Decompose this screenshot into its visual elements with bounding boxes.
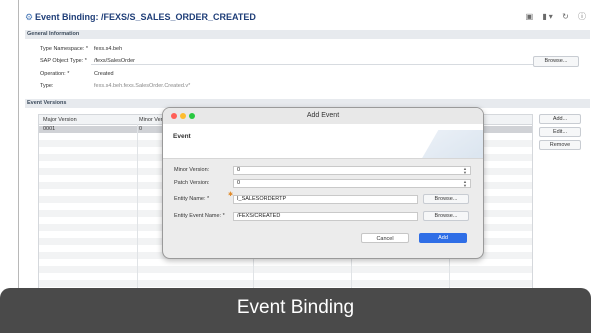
patch-version-label: Patch Version: [174, 180, 210, 186]
operation-label: Operation: * [40, 71, 70, 77]
entity-event-name-input[interactable]: /FEXS/CREATED [233, 212, 418, 221]
patch-version-value: 0 [237, 180, 241, 186]
type-value: fexs.s4.beh.fexs.SalesOrder.Created.v* [94, 83, 191, 89]
toolbar-icons: ▣ ▮▾ ↻ ⓘ [523, 11, 588, 22]
column-divider [137, 124, 138, 297]
type-namespace-label: Type Namespace: * [40, 46, 88, 52]
type-namespace-value[interactable]: fexs.s4.beh [94, 46, 122, 52]
caption-bar: Event Binding [0, 288, 591, 333]
add-version-button[interactable]: Add... [539, 114, 581, 124]
document-icon[interactable]: ▣ [526, 12, 536, 21]
add-event-dialog: Add Event Event Minor Version: 0 ▲ ▼ Patc… [162, 107, 484, 259]
row-minor-version: 0 [139, 126, 143, 132]
edit-version-button[interactable]: Edit... [539, 127, 581, 137]
add-button[interactable]: Add [419, 233, 467, 243]
patch-version-input[interactable]: 0 ▲ ▼ [233, 179, 471, 188]
event-binding-icon: ⚙ [25, 12, 34, 22]
dialog-title: Add Event [306, 112, 340, 119]
dialog-titlebar: Add Event [163, 108, 483, 124]
minor-version-value: 0 [237, 167, 241, 173]
minor-version-input[interactable]: 0 ▲ ▼ [233, 166, 471, 175]
row-major-version: 0001 [43, 126, 56, 132]
editor-title: Event Binding: /FEXS/S_SALES_ORDER_CREAT… [35, 12, 256, 22]
caption-text: Event Binding [236, 297, 355, 318]
entity-name-input[interactable]: I_SALESORDERTP [233, 195, 418, 204]
column-major-version[interactable]: Major Version [43, 117, 77, 123]
cancel-button[interactable]: Cancel [361, 233, 409, 243]
refresh-icon[interactable]: ↻ [562, 12, 571, 21]
sap-object-type-field[interactable] [91, 56, 547, 65]
entity-event-browse-button[interactable]: Browse... [423, 211, 469, 221]
entity-event-name-label: Entity Event Name: * [174, 213, 225, 219]
chart-icon[interactable]: ▮▾ [542, 12, 554, 21]
help-icon[interactable]: ⓘ [578, 11, 588, 22]
minor-version-stepper-icon[interactable]: ▲ ▼ [463, 167, 467, 175]
editor-titlebar: ⚙ Event Binding: /FEXS/S_SALES_ORDER_CRE… [19, 10, 591, 24]
remove-version-button[interactable]: Remove [539, 140, 581, 150]
empty-row [39, 266, 532, 273]
dialog-heading: Event [173, 133, 191, 140]
general-browse-button[interactable]: Browse... [533, 56, 579, 67]
type-label: Type: [40, 83, 54, 89]
general-information-header: General Information [25, 30, 590, 39]
patch-version-stepper-icon[interactable]: ▲ ▼ [463, 180, 467, 188]
operation-value[interactable]: Created [94, 71, 114, 77]
entity-name-browse-button[interactable]: Browse... [423, 194, 469, 204]
sap-object-type-label: SAP Object Type: * [40, 58, 87, 64]
sap-object-type-value: /fexs/SalesOrder [94, 58, 135, 64]
dialog-banner: Event [163, 124, 483, 159]
banner-graphic [403, 130, 483, 158]
minor-version-label: Minor Version: [174, 167, 210, 173]
empty-row [39, 280, 532, 287]
entity-name-label: Entity Name: * [174, 196, 210, 202]
